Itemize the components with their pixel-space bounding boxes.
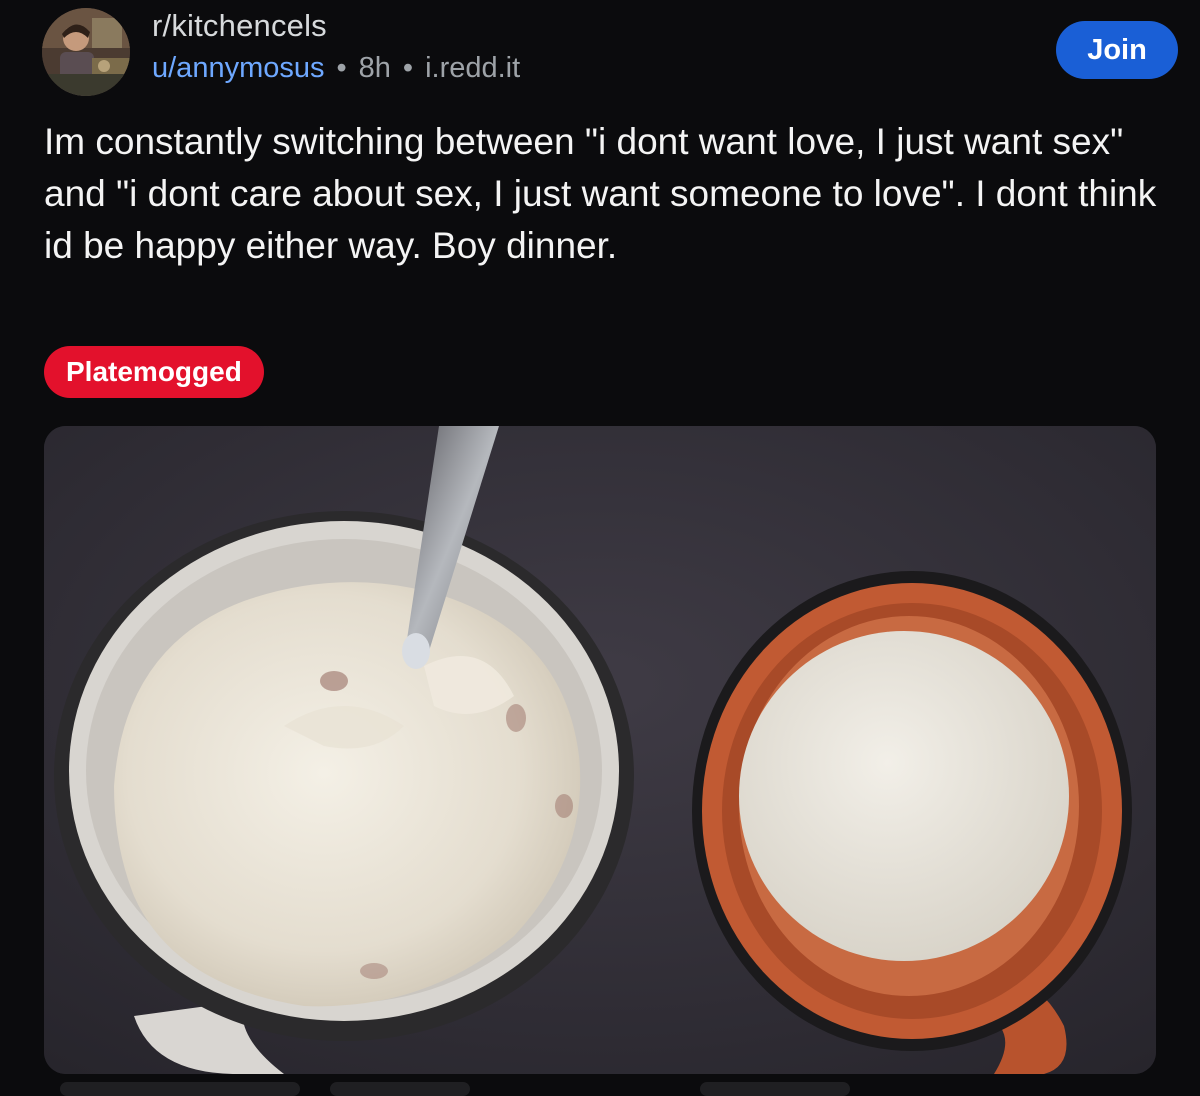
join-button[interactable]: Join (1056, 21, 1178, 79)
meta-separator: • (402, 52, 414, 84)
post-age: 8h (358, 52, 391, 84)
post-domain[interactable]: i.redd.it (425, 52, 520, 84)
post-meta: u/annymosus • 8h • i.redd.it (152, 52, 520, 85)
post-image[interactable] (44, 426, 1156, 1074)
meta-separator: • (336, 52, 347, 84)
action-bar-hint (60, 1082, 300, 1096)
subreddit-name[interactable]: r/kitchencels (152, 8, 327, 44)
post-flair[interactable]: Platemogged (44, 346, 264, 398)
subreddit-avatar[interactable] (42, 8, 130, 96)
post-title[interactable]: Im constantly switching between "i dont … (44, 116, 1164, 272)
author-link[interactable]: u/annymosus (152, 52, 325, 84)
action-bar-hint (330, 1082, 470, 1096)
action-bar-hint (700, 1082, 850, 1096)
